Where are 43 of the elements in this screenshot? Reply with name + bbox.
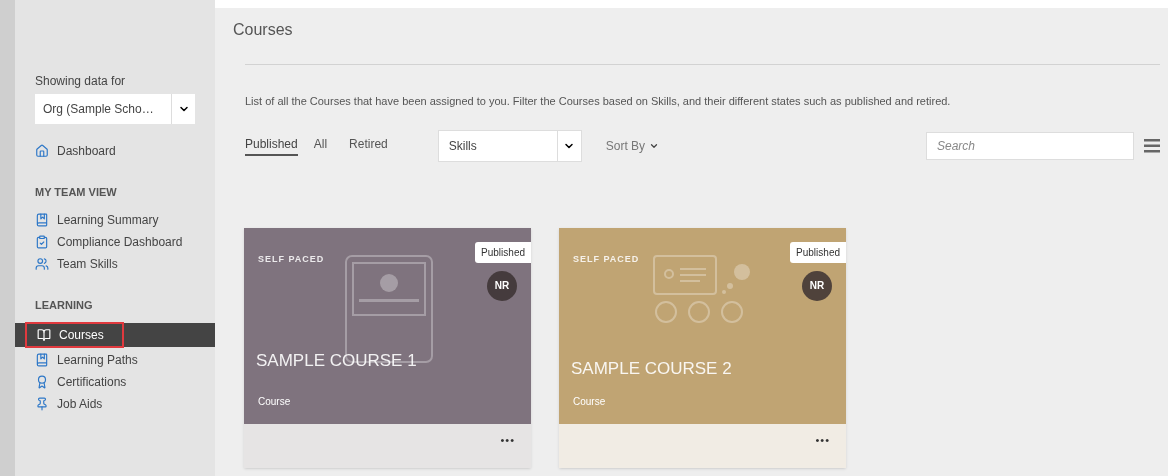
avatar: NR	[487, 270, 517, 301]
course-card[interactable]: SELF PACED Published NR SAMPLE COURSE 2 Course •••	[559, 227, 846, 468]
people-icon	[35, 256, 49, 271]
more-options-button[interactable]: •••	[815, 431, 830, 448]
filter-tab[interactable]: All	[313, 135, 328, 156]
home-icon	[35, 144, 49, 158]
course-type-label: SELF PACED	[258, 252, 325, 266]
status-badge: Published	[475, 241, 531, 263]
page-description: List of all the Courses that have been assigned to you. Filter the Courses based on Skills, and their different states such as published and retired.	[245, 94, 952, 109]
book-icon	[35, 212, 49, 227]
award-icon	[35, 375, 49, 389]
filter-tab[interactable]: Retired	[349, 135, 388, 156]
pin-icon	[35, 397, 49, 411]
nav-item[interactable]: Courses	[15, 323, 215, 347]
course-title: SAMPLE COURSE 1	[256, 349, 417, 372]
avatar: NR	[802, 270, 832, 301]
org-select[interactable]: Org (Sample Scho…	[35, 94, 195, 124]
search-field[interactable]: Search	[926, 131, 1134, 160]
org-label: Showing data for	[35, 73, 127, 90]
nav-item[interactable]: Learning Paths	[15, 349, 215, 371]
course-card[interactable]: SELF PACED Published NR SAMPLE COURSE 1 Course •••	[244, 227, 531, 468]
section-heading: MY TEAM VIEW	[35, 185, 118, 200]
menu-icon[interactable]	[1144, 138, 1160, 153]
nav-item[interactable]: Compliance Dashboard	[15, 230, 215, 253]
nav-item[interactable]: Certifications	[15, 371, 215, 393]
course-category: Course	[573, 394, 606, 409]
course-title: SAMPLE COURSE 2	[571, 357, 732, 380]
clipboard-icon	[35, 234, 49, 249]
nav-item[interactable]: Team Skills	[15, 252, 215, 275]
section-heading: LEARNING	[35, 297, 94, 313]
book-icon	[35, 353, 49, 367]
filter-tab[interactable]: Published	[245, 135, 298, 156]
nav-item[interactable]: Dashboard	[15, 140, 215, 162]
sort-by-button[interactable]: Sort By	[605, 136, 660, 155]
course-type-label: SELF PACED	[573, 252, 640, 266]
book-icon	[37, 328, 51, 342]
page-title: Courses	[233, 20, 294, 40]
nav-item[interactable]: Job Aids	[15, 393, 215, 415]
more-options-button[interactable]: •••	[500, 431, 515, 448]
skills-select[interactable]: Skills	[437, 129, 582, 162]
status-badge: Published	[790, 241, 846, 263]
nav-item[interactable]: Learning Summary	[15, 208, 215, 231]
course-category: Course	[258, 394, 291, 409]
